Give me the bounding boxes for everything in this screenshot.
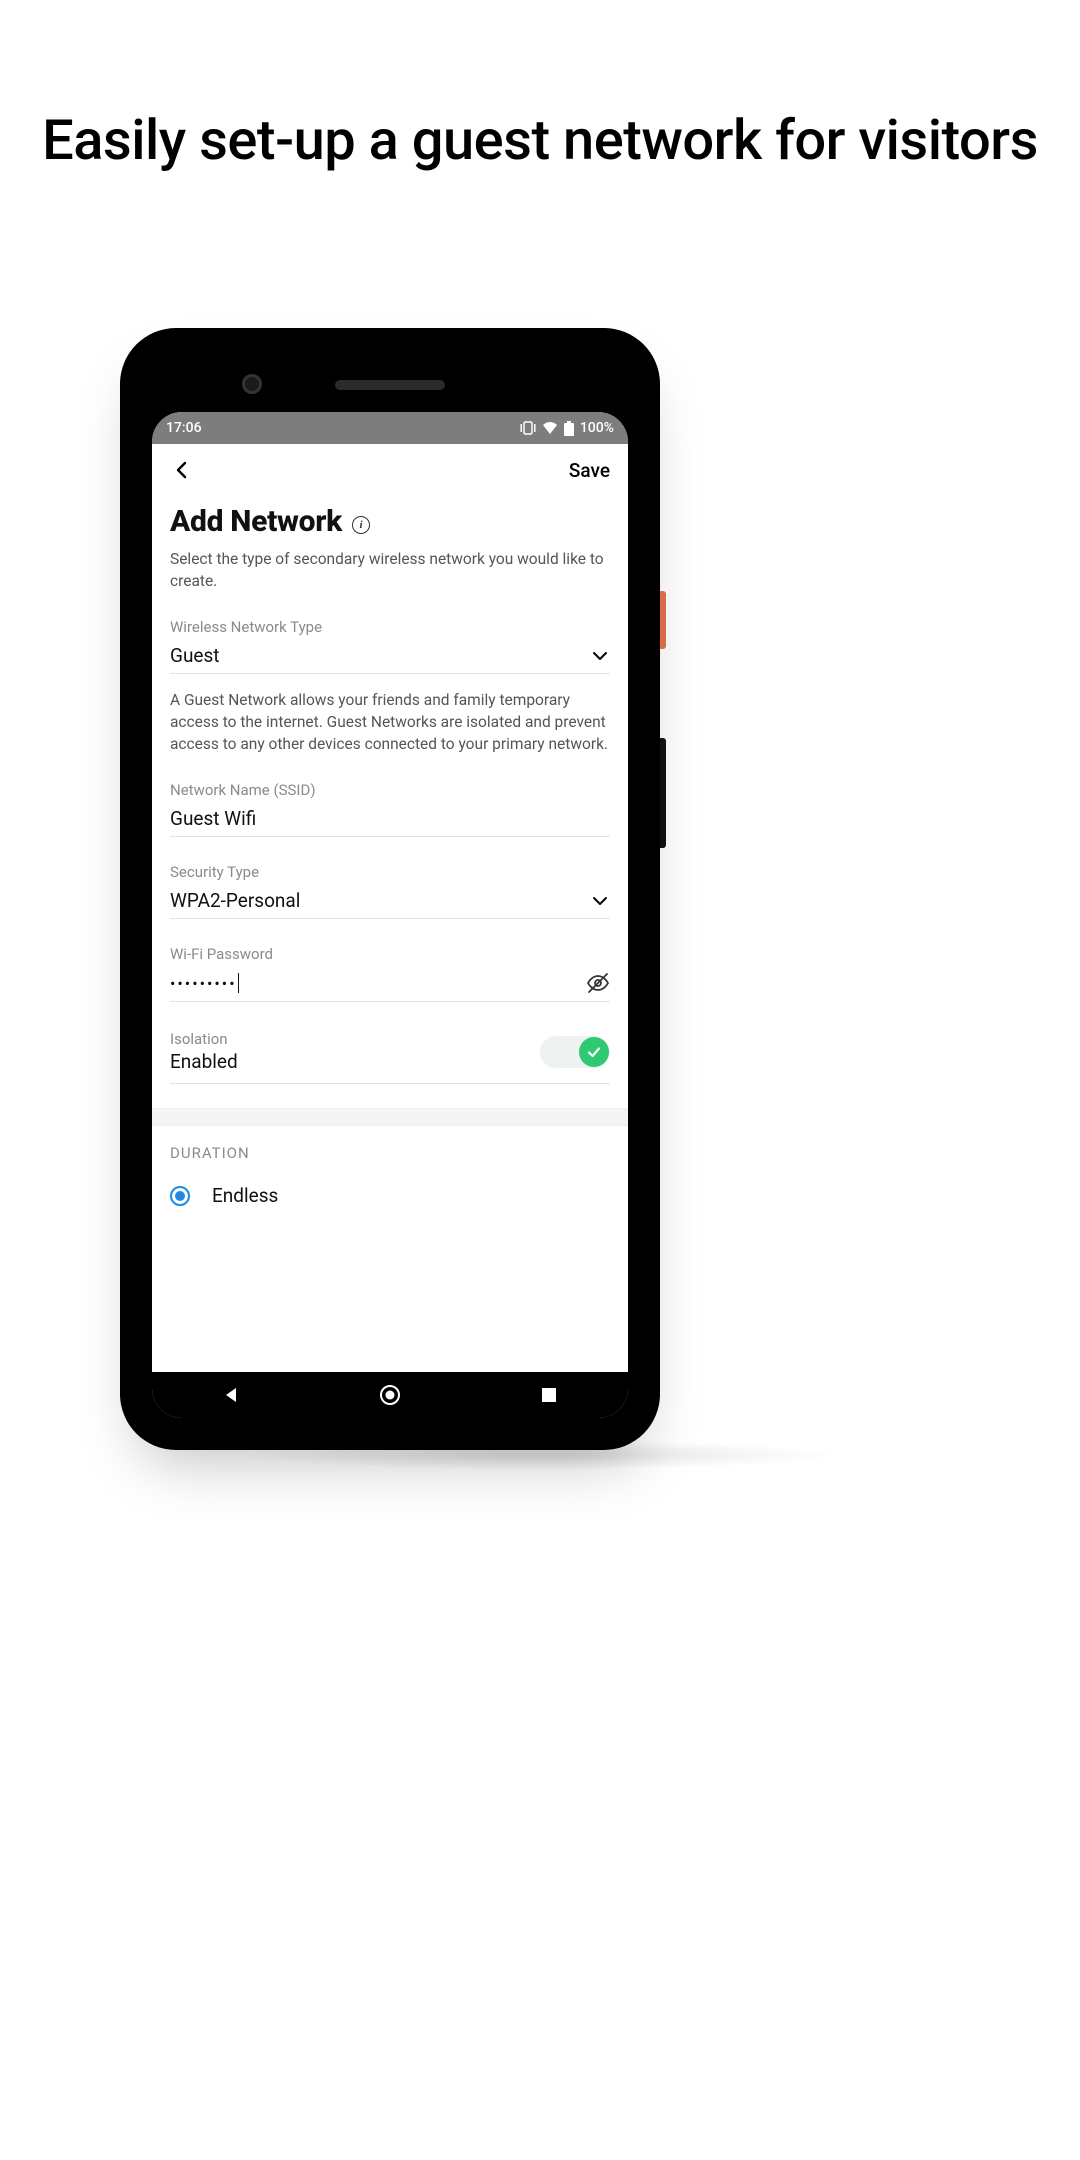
chevron-down-icon — [590, 646, 610, 666]
ssid-label: Network Name (SSID) — [170, 781, 610, 799]
isolation-value: Enabled — [170, 1050, 238, 1073]
isolation-label: Isolation — [170, 1030, 238, 1048]
nav-back-button[interactable] — [216, 1380, 246, 1410]
duration-option-endless[interactable]: Endless — [170, 1184, 610, 1207]
nav-home-button[interactable] — [375, 1380, 405, 1410]
nav-recents-button[interactable] — [534, 1380, 564, 1410]
network-type-value: Guest — [170, 644, 590, 667]
chevron-left-icon — [172, 460, 192, 480]
page-title: Add Network — [170, 504, 342, 539]
status-battery-pct: 100% — [580, 420, 614, 436]
triangle-back-icon — [222, 1386, 240, 1404]
password-label: Wi-Fi Password — [170, 945, 610, 963]
chevron-down-icon — [590, 891, 610, 911]
check-icon — [586, 1044, 602, 1060]
app-header: Save — [152, 444, 628, 496]
square-recents-icon — [541, 1387, 557, 1403]
duration-section-title: DURATION — [170, 1144, 610, 1162]
network-type-description: A Guest Network allows your friends and … — [170, 690, 610, 755]
network-type-label: Wireless Network Type — [170, 618, 610, 636]
info-icon[interactable]: i — [352, 516, 370, 534]
marketing-headline: Easily set-up a guest network for visito… — [0, 105, 1080, 177]
phone-front-camera — [242, 374, 262, 394]
phone-power-button — [660, 591, 666, 649]
status-time: 17:06 — [166, 420, 202, 436]
android-nav-bar — [152, 1372, 628, 1418]
password-input[interactable]: ••••••••• — [170, 973, 239, 993]
save-button[interactable]: Save — [569, 459, 610, 482]
back-button[interactable] — [170, 458, 194, 482]
ssid-input[interactable] — [170, 807, 610, 830]
security-type-value: WPA2-Personal — [170, 889, 590, 912]
phone-frame: 17:06 100% Save Add N — [120, 328, 660, 1450]
network-type-select[interactable]: Wireless Network Type Guest — [170, 618, 610, 674]
toggle-password-visibility-icon[interactable] — [586, 971, 610, 995]
wifi-icon — [542, 422, 558, 434]
phone-speaker — [335, 380, 445, 390]
duration-option-label: Endless — [212, 1184, 278, 1207]
circle-home-icon — [379, 1384, 401, 1406]
status-bar: 17:06 100% — [152, 412, 628, 444]
radio-selected-icon — [170, 1186, 190, 1206]
section-divider — [152, 1108, 628, 1126]
phone-volume-button — [660, 738, 666, 848]
security-type-select[interactable]: Security Type WPA2-Personal — [170, 863, 610, 919]
security-type-label: Security Type — [170, 863, 610, 881]
isolation-toggle[interactable] — [540, 1036, 610, 1068]
phone-screen: 17:06 100% Save Add N — [152, 412, 628, 1418]
battery-icon — [564, 421, 574, 436]
page-subtitle: Select the type of secondary wireless ne… — [170, 549, 610, 592]
vibrate-icon — [520, 421, 536, 435]
